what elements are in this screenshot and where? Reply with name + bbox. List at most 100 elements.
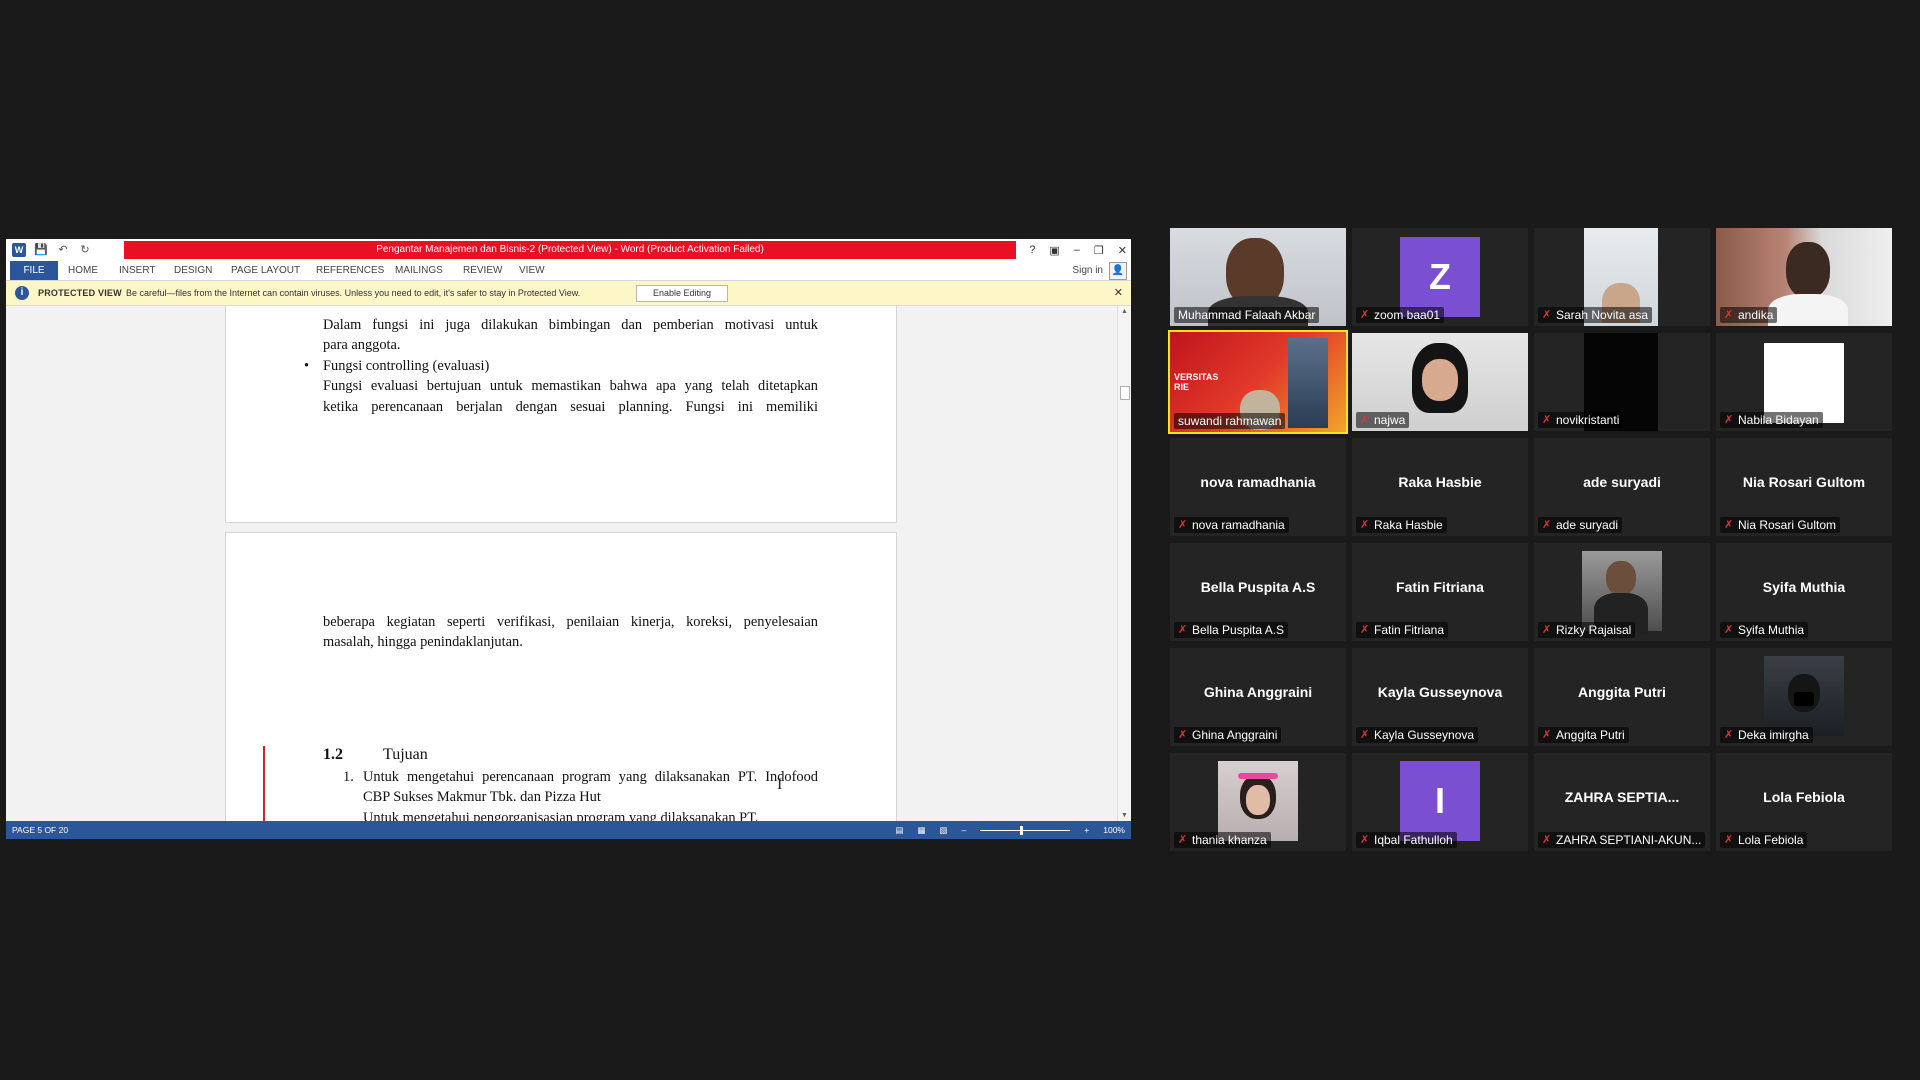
tab-insert[interactable]: INSERT — [119, 261, 156, 280]
zoom-slider-thumb[interactable] — [1020, 825, 1024, 835]
participant-display-name: ZAHRA SEPTIA... — [1564, 789, 1680, 805]
mic-muted-icon: ✗ — [1360, 309, 1370, 321]
participant-tile[interactable]: ✗ thania khanza — [1170, 753, 1346, 851]
participant-tile[interactable]: ✗ andika — [1716, 228, 1892, 326]
mic-muted-icon: ✗ — [1542, 624, 1552, 636]
participant-tile[interactable]: Anggita Putri ✗ Anggita Putri — [1534, 648, 1710, 746]
tab-review[interactable]: REVIEW — [463, 261, 502, 280]
status-bar: PAGE 5 OF 20 ▤ ▦ ▧ – + 100% — [6, 821, 1131, 839]
participant-name: ✗ Kayla Gusseynova — [1356, 727, 1479, 743]
participant-tile[interactable]: ✗ najwa — [1352, 333, 1528, 431]
participant-name: ✗ Deka imirgha — [1720, 727, 1813, 743]
tab-file[interactable]: FILE — [10, 261, 58, 280]
participant-tile[interactable]: I ✗ Iqbal Fathulloh — [1352, 753, 1528, 851]
participant-tile[interactable]: ✗ Nabila Bidayan — [1716, 333, 1892, 431]
mic-muted-icon: ✗ — [1542, 309, 1552, 321]
avatar: I — [1400, 761, 1480, 841]
enable-editing-button[interactable]: Enable Editing — [636, 285, 728, 302]
participant-display-name: Raka Hasbie — [1398, 474, 1482, 490]
participant-name: Muhammad Falaah Akbar — [1174, 307, 1320, 323]
zoom-level[interactable]: 100% — [1103, 821, 1125, 839]
participant-tile[interactable]: Muhammad Falaah Akbar — [1170, 228, 1346, 326]
paragraph-line: Fungsi evaluasi bertujuan untuk memastik… — [323, 378, 818, 394]
scroll-up-icon[interactable]: ▲ — [1118, 308, 1131, 315]
list-item: Untuk mengetahui perencanaan program yan… — [363, 769, 818, 785]
participant-tile[interactable]: ✗ Deka imirgha — [1716, 648, 1892, 746]
sign-in[interactable]: Sign in 👤 — [1072, 261, 1127, 280]
zoom-out-icon[interactable]: – — [962, 821, 967, 839]
participant-display-name: Ghina Anggraini — [1203, 684, 1313, 700]
document-page: beberapa kegiatan seperti verifikasi, pe… — [225, 532, 897, 821]
video-feed — [1764, 656, 1844, 736]
read-mode-icon[interactable]: ▤ — [895, 821, 903, 839]
participant-tile[interactable]: ZAHRA SEPTIA... ✗ ZAHRA SEPTIANI-AKUN... — [1534, 753, 1710, 851]
zoom-slider[interactable] — [980, 825, 1071, 835]
participant-tile[interactable]: ✗ Rizky Rajaisal — [1534, 543, 1710, 641]
undo-icon[interactable]: ↶ — [56, 243, 70, 257]
mic-muted-icon: ✗ — [1724, 729, 1734, 741]
paragraph-line: Dalam fungsi ini juga dilakukan bimbinga… — [323, 317, 818, 333]
participant-tile[interactable]: Raka Hasbie ✗ Raka Hasbie — [1352, 438, 1528, 536]
save-icon[interactable]: 💾 — [34, 243, 48, 257]
participant-tile[interactable]: Nia Rosari Gultom ✗ Nia Rosari Gultom — [1716, 438, 1892, 536]
participant-tile[interactable]: Bella Puspita A.S ✗ Bella Puspita A.S — [1170, 543, 1346, 641]
participant-tile[interactable]: Kayla Gusseynova ✗ Kayla Gusseynova — [1352, 648, 1528, 746]
heading-number: 1.2 — [323, 746, 343, 763]
participant-name: ✗ novikristanti — [1538, 412, 1624, 428]
page-indicator[interactable]: PAGE 5 OF 20 — [12, 821, 68, 839]
restore-button[interactable]: ❐ — [1094, 244, 1104, 257]
redo-icon[interactable]: ↻ — [78, 243, 92, 257]
mic-muted-icon: ✗ — [1724, 414, 1734, 426]
bullet-item: Fungsi controlling (evaluasi) — [323, 358, 490, 374]
participant-name: ✗ ade suryadi — [1538, 517, 1623, 533]
mic-muted-icon: ✗ — [1724, 519, 1734, 531]
tab-design[interactable]: DESIGN — [174, 261, 212, 280]
participant-name: ✗ Fatin Fitriana — [1356, 622, 1449, 638]
mic-muted-icon: ✗ — [1360, 519, 1370, 531]
ribbon-display-button[interactable]: ▣ — [1049, 244, 1059, 257]
participant-tile[interactable]: nova ramadhania ✗ nova ramadhania — [1170, 438, 1346, 536]
mic-muted-icon: ✗ — [1542, 519, 1552, 531]
participant-tile[interactable]: Syifa Muthia ✗ Syifa Muthia — [1716, 543, 1892, 641]
participant-tile[interactable]: Lola Febiola ✗ Lola Febiola — [1716, 753, 1892, 851]
participant-tile[interactable]: Ghina Anggraini ✗ Ghina Anggraini — [1170, 648, 1346, 746]
tab-home[interactable]: HOME — [68, 261, 98, 280]
web-layout-icon[interactable]: ▧ — [940, 821, 948, 839]
participant-tile[interactable]: ade suryadi ✗ ade suryadi — [1534, 438, 1710, 536]
participant-tile[interactable]: ✗ novikristanti — [1534, 333, 1710, 431]
participant-name: ✗ Nia Rosari Gultom — [1720, 517, 1841, 533]
protected-view-label: PROTECTED VIEW — [38, 288, 122, 298]
word-title-bar: W 💾 ↶ ↻ Pengantar Manajemen dan Bisnis-2… — [6, 239, 1131, 261]
document-area[interactable]: Dalam fungsi ini juga dilakukan bimbinga… — [6, 306, 1118, 821]
video-feed — [1218, 761, 1298, 841]
mic-muted-icon: ✗ — [1724, 834, 1734, 846]
paragraph-line: masalah, hingga penindaklanjutan. — [323, 634, 523, 650]
vertical-scrollbar[interactable]: ▲ ▼ — [1117, 306, 1131, 821]
participant-display-name: ade suryadi — [1583, 474, 1661, 490]
close-icon[interactable]: ✕ — [1114, 281, 1123, 305]
participant-name: ✗ ZAHRA SEPTIANI-AKUN... — [1538, 832, 1706, 848]
participant-tile[interactable]: Z ✗ zoom baa01 — [1352, 228, 1528, 326]
help-button[interactable]: ? — [1029, 244, 1035, 256]
zoom-in-icon[interactable]: + — [1084, 821, 1089, 839]
revision-bar — [263, 746, 265, 821]
participant-name: ✗ Sarah Novita asa — [1538, 307, 1653, 323]
participant-name: ✗ thania khanza — [1174, 832, 1271, 848]
user-avatar-icon[interactable]: 👤 — [1109, 261, 1127, 280]
participant-tile-active-speaker[interactable]: VERSITAS RIE suwandi rahmawan — [1168, 330, 1348, 434]
tab-references[interactable]: REFERENCES — [316, 261, 384, 280]
print-layout-icon[interactable]: ▦ — [917, 821, 925, 839]
minimize-button[interactable]: – — [1074, 244, 1080, 256]
scroll-thumb[interactable] — [1120, 386, 1130, 400]
protected-view-bar: i PROTECTED VIEW Be careful—files from t… — [6, 281, 1131, 306]
text-cursor-icon: I — [777, 776, 783, 793]
sign-in-label[interactable]: Sign in — [1072, 261, 1103, 280]
scroll-down-icon[interactable]: ▼ — [1118, 812, 1131, 819]
participant-tile[interactable]: Fatin Fitriana ✗ Fatin Fitriana — [1352, 543, 1528, 641]
participant-display-name: Bella Puspita A.S — [1200, 579, 1316, 595]
tab-mailings[interactable]: MAILINGS — [395, 261, 443, 280]
tab-page-layout[interactable]: PAGE LAYOUT — [231, 261, 300, 280]
close-button[interactable]: ✕ — [1118, 244, 1127, 257]
tab-view[interactable]: VIEW — [519, 261, 545, 280]
participant-tile[interactable]: ✗ Sarah Novita asa — [1534, 228, 1710, 326]
